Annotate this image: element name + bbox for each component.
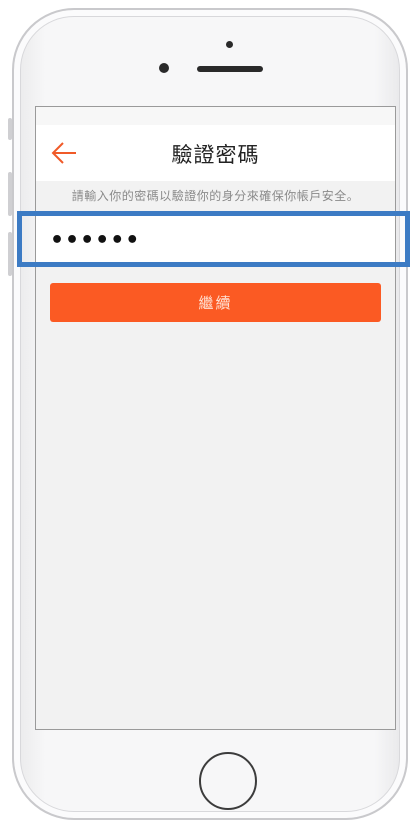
volume-up-button xyxy=(8,172,12,216)
header-bar: 驗證密碼 xyxy=(36,125,395,181)
page-title: 驗證密碼 xyxy=(171,143,260,167)
instruction-text: 請輸入你的密碼以驗證你的身分來確保你帳戶安全。 xyxy=(71,189,360,203)
password-field-row xyxy=(36,213,395,267)
earpiece-speaker xyxy=(197,66,263,72)
home-button[interactable] xyxy=(199,752,257,810)
password-input[interactable] xyxy=(48,213,382,267)
front-camera-icon xyxy=(159,63,169,73)
proximity-sensor xyxy=(226,41,233,48)
app-screen: 驗證密碼 請輸入你的密碼以驗證你的身分來確保你帳戶安全。 繼續 xyxy=(35,106,396,730)
continue-button[interactable]: 繼續 xyxy=(50,283,381,322)
mute-switch xyxy=(8,118,12,140)
volume-down-button xyxy=(8,232,12,276)
status-bar xyxy=(36,107,395,125)
page: 驗證密碼 請輸入你的密碼以驗證你的身分來確保你帳戶安全。 繼續 xyxy=(0,0,419,827)
